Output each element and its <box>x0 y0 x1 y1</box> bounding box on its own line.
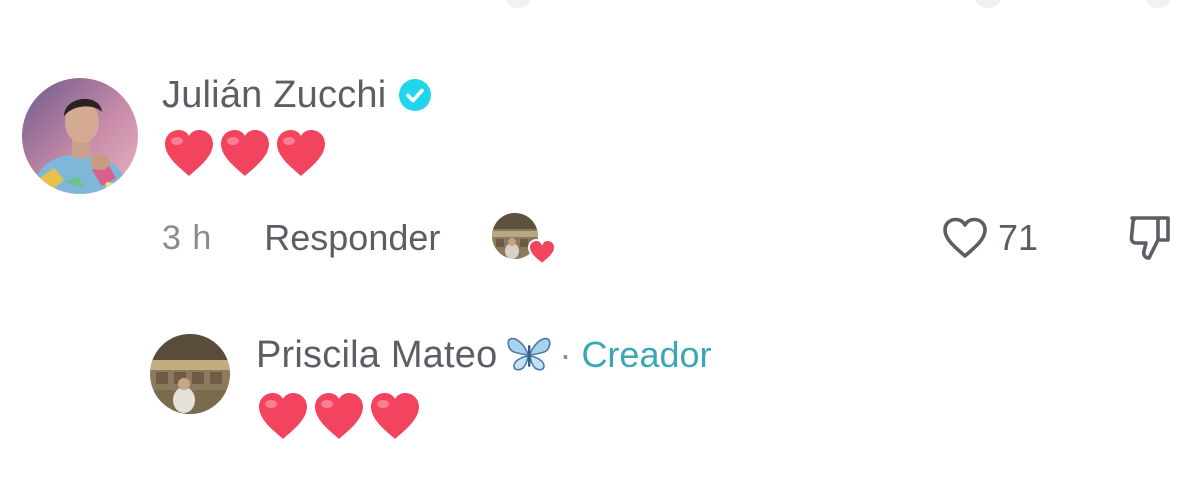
separator: · <box>559 334 572 375</box>
username[interactable]: Priscila Mateo <box>256 334 497 377</box>
red-heart-emoji-icon <box>277 130 325 176</box>
username-row: Julián Zucchi <box>162 73 432 117</box>
comment-text <box>162 128 328 178</box>
red-heart-emoji-icon <box>259 393 307 439</box>
previous-row-fragment <box>505 0 531 8</box>
red-heart-emoji-icon <box>371 393 419 439</box>
timestamp: 3 h <box>162 218 213 257</box>
avatar[interactable] <box>150 334 230 414</box>
verified-check-icon <box>399 79 432 111</box>
comment-meta: 3 h Responder <box>162 213 557 265</box>
like-count: 71 <box>998 217 1039 258</box>
avatar[interactable] <box>22 78 138 194</box>
like-group: 71 <box>942 216 1038 260</box>
heart-outline-icon[interactable] <box>942 217 988 259</box>
red-heart-emoji-icon <box>221 130 269 176</box>
butterfly-emoji-icon <box>507 337 551 371</box>
red-heart-emoji-icon <box>528 239 557 265</box>
red-heart-emoji-icon <box>165 130 213 176</box>
previous-row-fragment <box>975 0 1001 8</box>
creator-badge: Creador <box>581 334 712 375</box>
liked-by-creator-badge <box>492 213 557 265</box>
previous-row-fragments <box>0 0 1200 8</box>
reply-text <box>256 391 422 441</box>
thumbs-down-icon[interactable] <box>1128 214 1174 262</box>
red-heart-emoji-icon <box>315 393 363 439</box>
previous-row-fragment <box>1145 0 1171 8</box>
reply-button[interactable]: Responder <box>264 217 440 259</box>
username[interactable]: Julián Zucchi <box>162 74 386 117</box>
username-row: Priscila Mateo · Creador <box>256 333 712 377</box>
